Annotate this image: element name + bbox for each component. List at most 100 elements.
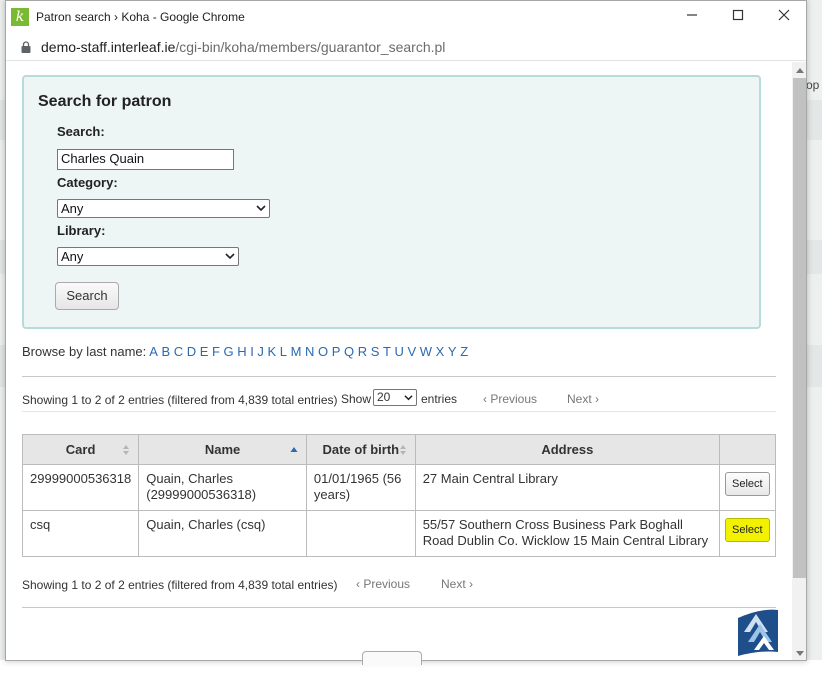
sort-both-icon	[399, 445, 406, 455]
scroll-up-icon	[796, 68, 804, 73]
column-header-card[interactable]: Card	[21, 434, 140, 465]
column-label: Card	[65, 442, 96, 457]
card-cell: 29999000536318	[21, 464, 140, 511]
page-length-select[interactable]: 20	[373, 389, 417, 406]
letter-link-h[interactable]: H	[237, 344, 246, 359]
library-value: Any	[61, 249, 84, 264]
maximize-icon	[732, 9, 744, 21]
letter-link-k[interactable]: K	[268, 344, 277, 359]
search-input[interactable]: Charles Quain	[57, 149, 234, 170]
letter-link-g[interactable]: G	[224, 344, 234, 359]
category-select[interactable]: Any	[57, 199, 270, 218]
url-text: demo-staff.interleaf.ie/cgi-bin/koha/mem…	[41, 39, 445, 55]
letter-link-o[interactable]: O	[318, 344, 328, 359]
scroll-down-icon	[796, 651, 804, 656]
chevron-down-icon	[404, 395, 413, 401]
letter-link-s[interactable]: S	[371, 344, 380, 359]
letter-link-b[interactable]: B	[161, 344, 170, 359]
next-button[interactable]: Next ›	[567, 392, 599, 406]
next-label: Next	[567, 392, 592, 406]
letter-link-j[interactable]: J	[257, 344, 264, 359]
chevron-left-icon: ‹	[356, 577, 360, 591]
search-label: Search:	[57, 124, 105, 139]
next-label: Next	[441, 577, 466, 591]
maximize-button[interactable]	[724, 6, 752, 28]
letter-link-r[interactable]: R	[358, 344, 367, 359]
table-row: 29999000536318 Quain, Charles (299990005…	[21, 464, 777, 511]
show-label: Show	[341, 392, 372, 406]
table-header-row: Card Name Date of birth Address	[21, 434, 777, 465]
popup-window: k Patron search › Koha - Google Chrome d…	[5, 0, 807, 661]
browse-label: Browse by last name:	[22, 344, 147, 359]
interleaf-logo-icon	[738, 609, 778, 656]
letter-link-a[interactable]: A	[149, 344, 158, 359]
minimize-button[interactable]	[678, 6, 706, 28]
column-header-address: Address	[414, 434, 720, 465]
column-header-date-of-birth[interactable]: Date of birth	[305, 434, 416, 465]
previous-label: Previous	[490, 392, 538, 406]
letter-link-n[interactable]: N	[305, 344, 314, 359]
letter-links: ABCDEFGHIJKLMNOPQRSTUVWXYZ	[149, 344, 472, 359]
select-button[interactable]: Select	[724, 472, 770, 496]
column-label: Name	[204, 442, 241, 457]
divider	[22, 376, 776, 377]
category-value: Any	[61, 201, 84, 216]
letter-link-z[interactable]: Z	[460, 344, 468, 359]
form-heading: Search for patron	[38, 93, 172, 110]
letter-link-l[interactable]: L	[280, 344, 287, 359]
card-cell: csq	[21, 510, 140, 557]
chevron-left-icon: ‹	[483, 392, 487, 406]
address-cell: 27 Main Central Library	[414, 464, 720, 511]
dob-cell: 01/01/1965 (56 years)	[305, 464, 416, 511]
close-button[interactable]	[770, 6, 798, 28]
divider	[22, 411, 776, 412]
next-button[interactable]: Next ›	[441, 577, 473, 591]
koha-app-icon: k	[11, 8, 29, 26]
library-label: Library:	[57, 223, 106, 238]
name-cell: Quain, Charles (csq)	[138, 510, 307, 557]
address-bar[interactable]: demo-staff.interleaf.ie/cgi-bin/koha/mem…	[6, 34, 806, 61]
search-button[interactable]: Search	[55, 282, 119, 310]
column-label: Date of birth	[322, 442, 400, 457]
title-bar: k Patron search › Koha - Google Chrome	[6, 1, 806, 34]
select-button[interactable]: Select	[724, 518, 770, 542]
letter-link-c[interactable]: C	[174, 344, 183, 359]
column-header-name[interactable]: Name	[138, 434, 307, 465]
scrollbar-thumb[interactable]	[793, 78, 806, 578]
action-cell: Select	[718, 510, 777, 557]
library-select[interactable]: Any	[57, 247, 239, 266]
letter-link-t[interactable]: T	[383, 344, 391, 359]
letter-link-d[interactable]: D	[187, 344, 196, 359]
letter-link-m[interactable]: M	[291, 344, 302, 359]
name-cell: Quain, Charles (29999000536318)	[138, 464, 307, 511]
divider	[22, 607, 776, 608]
category-label: Category:	[57, 175, 118, 190]
letter-link-w[interactable]: W	[420, 344, 432, 359]
chevron-down-icon	[225, 253, 235, 260]
sort-ascending-icon	[290, 447, 298, 452]
letter-link-x[interactable]: X	[436, 344, 445, 359]
url-domain: demo-staff.interleaf.ie	[41, 39, 176, 55]
entries-label: entries	[421, 392, 458, 406]
dob-cell	[305, 510, 416, 557]
chevron-right-icon: ›	[595, 392, 600, 406]
page-length-value: 20	[377, 390, 391, 404]
table-row: csq Quain, Charles (csq) 55/57 Southern …	[21, 510, 777, 557]
letter-link-u[interactable]: U	[395, 344, 404, 359]
letter-link-v[interactable]: V	[408, 344, 417, 359]
letter-link-q[interactable]: Q	[344, 344, 354, 359]
letter-link-i[interactable]: I	[250, 344, 254, 359]
letter-link-f[interactable]: F	[212, 344, 220, 359]
bottom-button[interactable]	[362, 651, 422, 665]
letter-link-e[interactable]: E	[200, 344, 209, 359]
minimize-icon	[687, 14, 697, 16]
column-label: Address	[541, 442, 594, 457]
page-content: Search for patron Search: Charles Quain …	[6, 62, 790, 660]
browse-by-last-name: Browse by last name: ABCDEFGHIJKLMNOPQRS…	[22, 344, 472, 359]
letter-link-p[interactable]: P	[332, 344, 341, 359]
chevron-down-icon	[256, 205, 266, 212]
previous-button[interactable]: ‹ Previous	[483, 392, 537, 406]
previous-button[interactable]: ‹ Previous	[356, 577, 410, 591]
close-icon	[778, 9, 790, 21]
letter-link-y[interactable]: Y	[448, 344, 457, 359]
